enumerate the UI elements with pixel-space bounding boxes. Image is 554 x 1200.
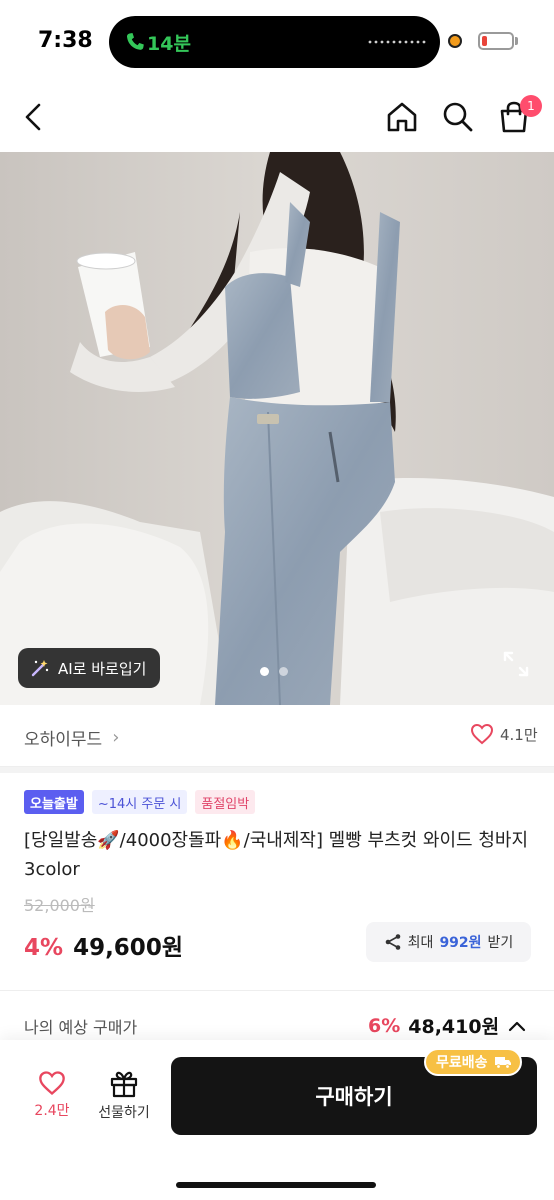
battery-icon: [478, 32, 514, 50]
like-count: 2.4만: [34, 1103, 70, 1119]
section-divider: [0, 767, 554, 773]
heart-icon: [470, 723, 494, 745]
badge-row: 오늘출발 ~14시 주문 시 품절임박: [24, 790, 256, 814]
brand-link[interactable]: 오하이무드 ›: [24, 725, 119, 750]
original-price: 52,000원: [24, 896, 95, 915]
search-icon: [443, 102, 473, 132]
ai-try-on-label: AI로 바로입기: [58, 659, 147, 678]
discount-rate: 4%: [24, 935, 64, 961]
almost-soldout-badge: 품절임박: [195, 790, 256, 814]
status-time: 7:38: [38, 28, 93, 53]
expected-price-row: 나의 예상 구매가 6% 48,410원: [0, 1010, 554, 1040]
dynamic-island[interactable]: 14분: [109, 16, 440, 68]
image-pagination: [260, 667, 288, 676]
free-shipping-label: 무료배송: [436, 1055, 488, 1071]
share-suffix: 받기: [487, 935, 514, 951]
divider: [0, 990, 554, 991]
pagination-dot-active[interactable]: [260, 667, 269, 676]
search-button[interactable]: [436, 82, 480, 152]
status-bar: 7:38 14분: [0, 0, 554, 82]
gift-icon: [110, 1071, 138, 1098]
share-icon: [385, 934, 400, 950]
ai-try-on-button[interactable]: AI로 바로입기: [18, 648, 161, 688]
product-image[interactable]: [0, 152, 554, 705]
pagination-dot[interactable]: [279, 667, 288, 676]
expected-discount: 6%: [368, 1014, 401, 1037]
price-row: 4% 49,600원: [24, 928, 183, 962]
share-prefix: 최대: [407, 935, 434, 951]
chevron-up-icon: [508, 1021, 526, 1031]
brand-row: 오하이무드 › 4.1만: [0, 705, 554, 767]
expand-image-button[interactable]: [500, 648, 532, 680]
cart-count-badge: 1: [520, 95, 542, 117]
home-icon: [387, 102, 417, 132]
expected-price-label: 나의 예상 구매가: [24, 1018, 138, 1037]
sale-price: 49,600원: [73, 935, 183, 961]
truck-icon: [494, 1057, 511, 1069]
back-button[interactable]: [12, 82, 56, 152]
home-button[interactable]: [380, 82, 424, 152]
expected-price: 48,410원: [408, 1016, 500, 1038]
expected-price-toggle[interactable]: 6% 48,410원: [368, 1012, 527, 1039]
expand-icon: [503, 651, 529, 677]
top-nav: [0, 82, 554, 152]
share-points: 992원: [439, 935, 482, 951]
brand-name: 오하이무드: [24, 730, 103, 750]
battery-cap: [515, 37, 518, 45]
today-shipping-badge: 오늘출발: [24, 790, 84, 814]
like-button[interactable]: 2.4만: [24, 1070, 80, 1130]
cart-button[interactable]: [492, 82, 536, 152]
brand-like-count: 4.1만: [500, 725, 538, 744]
gift-button[interactable]: 선물하기: [90, 1070, 158, 1130]
recording-dot-icon: [448, 34, 462, 48]
battery-level: [482, 36, 487, 46]
heart-icon: [39, 1071, 65, 1096]
free-shipping-badge: 무료배송: [424, 1048, 522, 1076]
product-title: [당일발송🚀/4000장돌파🔥/국내제작] 멜빵 부츠컷 와이드 청바지 3co…: [24, 830, 529, 880]
back-icon: [25, 103, 41, 131]
magic-wand-icon: [31, 660, 49, 677]
call-duration: 14분: [147, 33, 191, 55]
chevron-right-icon: ›: [112, 727, 120, 748]
product-photo: [0, 152, 554, 705]
share-reward-button[interactable]: 최대 992원 받기: [366, 922, 531, 962]
home-indicator[interactable]: [176, 1182, 376, 1188]
phone-icon: [126, 33, 144, 50]
brand-like-button[interactable]: 4.1만: [470, 723, 538, 745]
bottom-action-bar: 2.4만 선물하기 구매하기 무료배송: [0, 1040, 554, 1200]
gift-label: 선물하기: [98, 1105, 150, 1121]
audio-wave-icon: [368, 40, 426, 44]
order-cutoff-badge: ~14시 주문 시: [91, 790, 188, 814]
